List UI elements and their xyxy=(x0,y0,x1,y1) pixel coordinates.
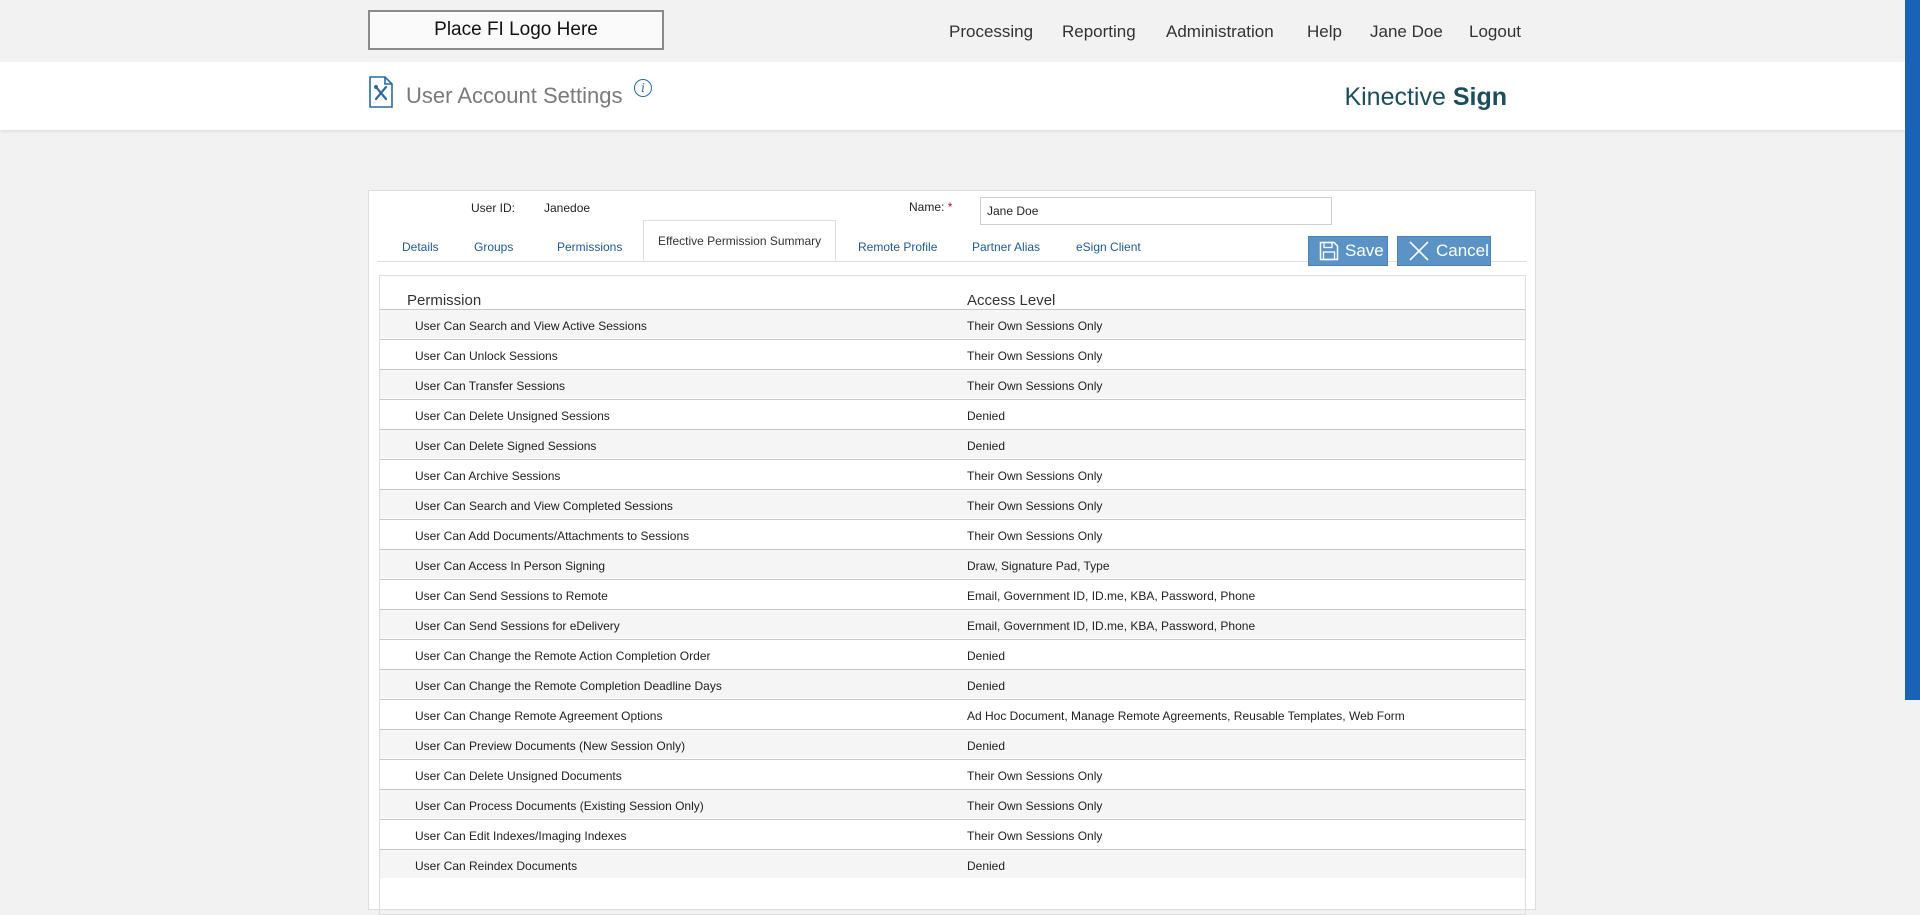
access-level-cell: Their Own Sessions Only xyxy=(967,799,1103,813)
access-level-cell: Denied xyxy=(967,439,1006,453)
floppy-disk-icon xyxy=(1319,241,1339,261)
permission-summary-table: Permission Access Level User Can Search … xyxy=(379,275,1526,915)
tab-remote-profile[interactable]: Remote Profile xyxy=(858,231,937,261)
access-level-cell: Their Own Sessions Only xyxy=(967,379,1103,393)
access-level-cell: Their Own Sessions Only xyxy=(967,469,1103,483)
table-row: User Can Search and View Completed Sessi… xyxy=(380,489,1525,519)
table-header: Permission Access Level xyxy=(380,276,1525,309)
access-level-cell: Their Own Sessions Only xyxy=(967,349,1103,363)
permission-cell: User Can Edit Indexes/Imaging Indexes xyxy=(415,829,627,843)
nav-reporting[interactable]: Reporting xyxy=(1062,22,1136,42)
access-level-cell: Denied xyxy=(967,649,1006,663)
header-access-level: Access Level xyxy=(967,292,1056,309)
permission-cell: User Can Delete Unsigned Documents xyxy=(415,769,622,783)
permission-cell: User Can Process Documents (Existing Ses… xyxy=(415,799,704,813)
tab-details[interactable]: Details xyxy=(402,231,439,261)
tab-groups[interactable]: Groups xyxy=(474,231,513,261)
brand-bold: Sign xyxy=(1452,83,1507,111)
access-level-cell: Their Own Sessions Only xyxy=(967,499,1103,513)
tab-effective-permission-summary[interactable]: Effective Permission Summary xyxy=(643,220,837,261)
access-level-cell: Email, Government ID, ID.me, KBA, Passwo… xyxy=(967,589,1256,603)
permission-cell: User Can Change the Remote Completion De… xyxy=(415,679,722,693)
close-x-icon xyxy=(1409,241,1429,261)
access-level-cell: Denied xyxy=(967,679,1006,693)
table-row: User Can Preview Documents (New Session … xyxy=(380,729,1525,759)
permission-cell: User Can Search and View Active Sessions xyxy=(415,319,647,333)
table-row: User Can Delete Unsigned Documents Their … xyxy=(380,759,1525,789)
table-row: User Can Send Sessions to Remote Email, G… xyxy=(380,579,1525,609)
tab-permissions[interactable]: Permissions xyxy=(557,231,622,261)
user-id-value: Janedoe xyxy=(544,201,591,215)
required-marker: * xyxy=(947,200,953,214)
top-navigation: Processing Reporting Administration Help… xyxy=(0,22,1522,44)
table-row: User Can Process Documents (Existing Ses… xyxy=(380,789,1525,819)
save-button[interactable]: Save xyxy=(1308,236,1388,266)
access-level-cell: Draw, Signature Pad, Type xyxy=(967,559,1110,573)
table-body: User Can Search and View Active Sessions… xyxy=(380,309,1525,879)
access-level-cell: Denied xyxy=(967,409,1006,423)
table-row: User Can Search and View Active Sessions… xyxy=(380,309,1525,339)
access-level-cell: Their Own Sessions Only xyxy=(967,529,1103,543)
table-row: User Can Reindex Documents Denied xyxy=(380,849,1525,879)
nav-user-name[interactable]: Jane Doe xyxy=(1370,22,1443,42)
permission-cell: User Can Change the Remote Action Comple… xyxy=(415,649,711,663)
permission-cell: User Can Archive Sessions xyxy=(415,469,561,483)
permission-cell: User Can Change Remote Agreement Options xyxy=(415,709,663,723)
permission-cell: User Can Delete Signed Sessions xyxy=(415,439,597,453)
table-row: User Can Access In Person Signing Draw, S… xyxy=(380,549,1525,579)
access-level-cell: Denied xyxy=(967,739,1006,753)
permission-cell: User Can Preview Documents (New Session … xyxy=(415,739,686,753)
cancel-label: Cancel xyxy=(1436,241,1489,260)
permission-cell: User Can Access In Person Signing xyxy=(415,559,606,573)
nav-administration[interactable]: Administration xyxy=(1166,22,1274,42)
table-row: User Can Delete Signed Sessions Denied xyxy=(380,429,1525,459)
header-permission: Permission xyxy=(407,292,482,309)
access-level-cell: Denied xyxy=(967,859,1006,873)
access-level-cell: Their Own Sessions Only xyxy=(967,829,1103,843)
page-header: User Account Settings i Kinective Sign xyxy=(0,62,1905,130)
nav-processing[interactable]: Processing xyxy=(949,22,1033,42)
nav-logout[interactable]: Logout xyxy=(1469,22,1521,42)
account-settings-panel: User ID: Janedoe Name: * Details Groups … xyxy=(368,190,1536,915)
access-level-cell: Their Own Sessions Only xyxy=(967,769,1103,783)
table-row: User Can Change the Remote Action Comple… xyxy=(380,639,1525,669)
table-row: User Can Add Documents/Attachments to Se… xyxy=(380,519,1525,549)
document-settings-icon xyxy=(369,76,393,108)
user-id-label: User ID: xyxy=(471,201,516,215)
table-row: User Can Send Sessions for eDelivery Emai… xyxy=(380,609,1525,639)
brand-light: Kinective xyxy=(1344,83,1453,111)
cancel-button[interactable]: Cancel xyxy=(1397,236,1491,266)
permission-cell: User Can Add Documents/Attachments to Se… xyxy=(415,529,690,543)
name-label: Name: * xyxy=(909,200,952,214)
tab-partner-alias[interactable]: Partner Alias xyxy=(972,231,1040,261)
info-icon[interactable]: i xyxy=(634,79,652,97)
nav-help[interactable]: Help xyxy=(1307,22,1342,42)
scrollbar[interactable] xyxy=(1905,0,1920,700)
permission-cell: User Can Delete Unsigned Sessions xyxy=(415,409,610,423)
permission-cell: User Can Send Sessions for eDelivery xyxy=(415,619,620,633)
access-level-cell: Email, Government ID, ID.me, KBA, Passwo… xyxy=(967,619,1256,633)
access-level-cell: Their Own Sessions Only xyxy=(967,319,1103,333)
table-row: User Can Change Remote Agreement Options… xyxy=(380,699,1525,729)
permission-cell: User Can Search and View Completed Sessi… xyxy=(415,499,673,513)
tab-esign-client[interactable]: eSign Client xyxy=(1076,231,1141,261)
permission-cell: User Can Unlock Sessions xyxy=(415,349,558,363)
page-title: User Account Settings xyxy=(406,83,623,108)
permission-cell: User Can Reindex Documents xyxy=(415,859,578,873)
name-label-text: Name: xyxy=(909,200,945,214)
table-row: User Can Delete Unsigned Sessions Denied xyxy=(380,399,1525,429)
name-input[interactable] xyxy=(980,197,1332,225)
brand-logo: Kinective Sign xyxy=(1344,83,1507,112)
permission-cell: User Can Send Sessions to Remote xyxy=(415,589,608,603)
save-label: Save xyxy=(1345,241,1384,260)
access-level-cell: Ad Hoc Document, Manage Remote Agreement… xyxy=(967,709,1405,723)
permission-cell: User Can Transfer Sessions xyxy=(415,379,566,393)
top-bar: Place FI Logo Here Processing Reporting … xyxy=(0,0,1905,62)
table-row: User Can Unlock Sessions Their Own Sessio… xyxy=(380,339,1525,369)
table-row: User Can Archive Sessions Their Own Sessi… xyxy=(380,459,1525,489)
table-row: User Can Edit Indexes/Imaging Indexes The… xyxy=(380,819,1525,849)
table-row: User Can Transfer Sessions Their Own Sess… xyxy=(380,369,1525,399)
table-row: User Can Change the Remote Completion De… xyxy=(380,669,1525,699)
